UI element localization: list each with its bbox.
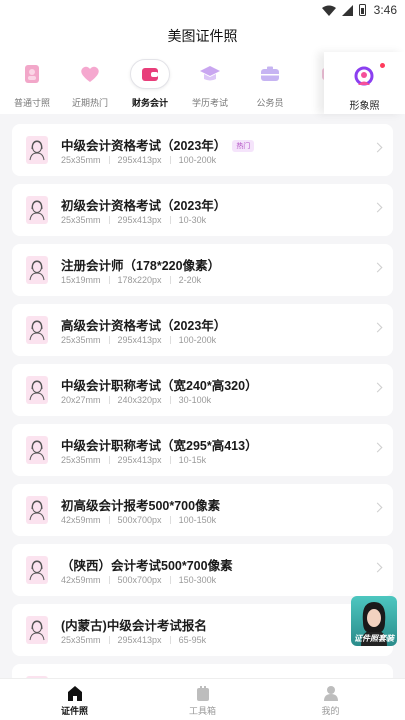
status-bar: 3:46 [0,0,405,20]
portrait-thumbnail [26,136,48,164]
chevron-right-icon [372,262,383,273]
tab-label: 学历考试 [191,98,228,108]
tab-image-photo[interactable]: 形象照 [324,52,405,114]
tab-label: 证件照 [60,706,88,716]
list-item-title: 注册会计师（178*220像素） [61,259,221,273]
list-item-title: 高级会计资格考试（2023年） [61,319,227,333]
tab-label: 工具箱 [188,706,216,716]
wifi-icon [321,5,336,16]
tab-label: 普通寸照 [13,98,50,108]
chevron-right-icon [372,322,383,333]
page-title: 美图证件照 [0,20,405,52]
tab-label: 公务员 [256,98,284,108]
toolbox-icon [196,686,209,701]
list-item-title: 初高级会计报考500*700像素 [61,499,221,513]
chevron-right-icon [372,382,383,393]
tab-profile[interactable]: 我的 [263,679,398,720]
portrait-thumbnail [26,196,48,224]
promo-label: 证件照套装 [354,634,394,643]
list-item-title: 初级会计资格考试（2023年） [61,199,227,213]
person-outline-icon [29,320,45,341]
hot-badge: 热门 [232,140,255,152]
home-icon [67,686,82,701]
list-item-meta: 25x35mm 295x413px 10-30k [61,215,207,225]
person-outline-icon [29,620,45,641]
person-outline-icon [29,140,45,161]
tab-label: 我的 [321,706,340,716]
chevron-right-icon [372,502,383,513]
id-card-icon [25,65,39,83]
portrait-thumbnail [26,376,48,404]
portrait-thumbnail [26,556,48,584]
chevron-right-icon [372,202,383,213]
signal-icon [341,4,353,16]
list-item[interactable]: 高级会计资格考试（2023年） 25x35mm 295x413px 100-200k [12,304,393,356]
tab-trending[interactable]: 近期热门 [60,52,120,114]
list-item-title: 中级会计资格考试（2023年） 热门 [61,135,255,154]
list-item-meta: 25x35mm 295x413px 100-200k [61,335,217,345]
floating-promo-banner[interactable]: 证件照套装 [351,596,397,646]
list-item-title: (内蒙古)中级会计考试报名 [61,619,207,633]
list-item[interactable]: （陕西）会计考试500*700像素 42x59mm 500x700px 150-30… [12,544,393,596]
portrait-thumbnail [26,496,48,524]
tab-toolbox[interactable]: 工具箱 [135,679,270,720]
list-item-meta: 42x59mm 500x700px 150-300k [61,575,217,585]
list-item[interactable]: (内蒙古)中级会计考试报名 25x35mm 295x413px 65-95k [12,604,393,656]
briefcase-icon [261,66,279,81]
list-item[interactable]: 中级会计职称考试（宽295*高413） 25x35mm 295x413px 10-1… [12,424,393,476]
bottom-tab-bar: 证件照 工具箱 我的 [0,678,405,720]
person-outline-icon [29,560,45,581]
status-time: 3:46 [373,3,397,17]
battery-icon [358,4,366,16]
tab-label: 形象照 [349,101,380,112]
list-item[interactable]: 中级会计职称考试（宽240*高320） 20x27mm 240x320px 30-1… [12,364,393,416]
portrait-thumbnail [26,616,48,644]
list-item-meta: 20x27mm 240x320px 30-100k [61,395,212,405]
tab-id-photo[interactable]: 证件照 [7,679,142,720]
tab-label: 财务会计 [131,98,168,108]
person-outline-icon [29,380,45,401]
list-item-meta: 15x19mm 178x220px 2-20k [61,275,202,285]
list-item-meta: 42x59mm 500x700px 100-150k [61,515,217,525]
tab-standard-photo[interactable]: 普通寸照 [2,52,62,114]
tab-civil-servant[interactable]: 公务员 [240,52,300,114]
notification-dot [380,63,385,68]
portrait-thumbnail [26,436,48,464]
person-outline-icon [29,500,45,521]
list-item[interactable]: 初高级会计报考500*700像素 42x59mm 500x700px 100-150… [12,484,393,536]
person-outline-icon [29,200,45,221]
list-item-meta: 25x35mm 295x413px 100-200k [61,155,217,165]
chevron-right-icon [372,142,383,153]
tab-finance-accounting[interactable]: 财务会计 [120,52,180,114]
profile-icon [323,686,338,701]
portrait-thumbnail [26,256,48,284]
portrait-icon [354,66,373,86]
person-outline-icon [29,440,45,461]
list-item[interactable]: 注册会计师（178*220像素） 15x19mm 178x220px 2-20k [12,244,393,296]
person-outline-icon [29,260,45,281]
chevron-right-icon [372,562,383,573]
wallet-icon [142,68,158,81]
portrait-thumbnail [26,316,48,344]
list-item[interactable]: 初级会计资格考试（2023年） 25x35mm 295x413px 10-30k [12,184,393,236]
list-item-meta: 25x35mm 295x413px 10-15k [61,455,207,465]
list-item-title: （陕西）会计考试500*700像素 [61,559,233,573]
graduation-cap-icon [200,66,220,81]
heart-icon [81,66,99,82]
chevron-right-icon [372,442,383,453]
list-item-title: 中级会计职称考试（宽240*高320） [61,379,258,393]
tab-label: 近期热门 [71,98,108,108]
list-item[interactable]: 中级会计资格考试（2023年） 热门 25x35mm 295x413px 100-20… [12,124,393,176]
list-item-title: 中级会计职称考试（宽295*高413） [61,439,258,453]
list-item-meta: 25x35mm 295x413px 65-95k [61,635,207,645]
tab-education-exam[interactable]: 学历考试 [180,52,240,114]
